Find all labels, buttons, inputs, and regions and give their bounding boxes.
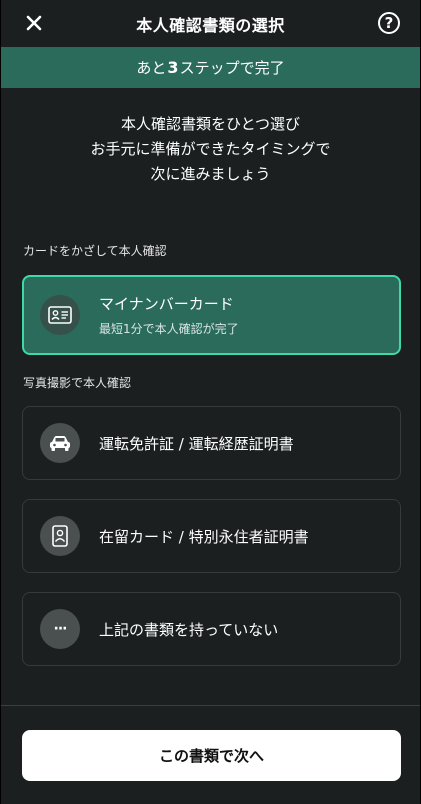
option-icon-wrap xyxy=(40,423,80,463)
section-label-photo: 写真撮影で本人確認 xyxy=(23,376,132,390)
intro-line-3: 次に進みましょう xyxy=(150,165,271,183)
help-icon: ? xyxy=(384,14,394,32)
screen: 本人確認書類の選択 ? あと 3 ステップで完了 本人確認書類をひとつ選び お手… xyxy=(1,0,420,804)
intro-text: 本人確認書類をひとつ選び お手元に準備ができたタイミングで 次に進みましょう xyxy=(1,112,420,187)
step-banner: あと 3 ステップで完了 xyxy=(1,47,420,88)
intro-line-1: 本人確認書類をひとつ選び xyxy=(121,115,300,133)
next-button[interactable]: この書類で次へ xyxy=(22,730,401,781)
id-badge-icon xyxy=(52,525,68,547)
option-label: 在留カード / 特別永住者証明書 xyxy=(99,527,309,546)
option-text: マイナンバーカード 最短1分で本人確認が完了 xyxy=(99,293,239,337)
option-label: マイナンバーカード xyxy=(99,295,234,313)
option-icon-wrap xyxy=(40,295,80,335)
option-sublabel: 最短1分で本人確認が完了 xyxy=(99,322,239,336)
step-count: 3 xyxy=(167,58,179,77)
option-icon-wrap xyxy=(40,516,80,556)
id-card-icon xyxy=(48,306,72,324)
option-no-documents[interactable]: ··· 上記の書類を持っていない xyxy=(22,592,401,666)
more-icon: ··· xyxy=(53,621,68,637)
close-icon xyxy=(26,15,42,31)
close-button[interactable] xyxy=(21,10,47,36)
section-label-card-scan: カードをかざして本人確認 xyxy=(23,244,167,258)
option-my-number-card[interactable]: マイナンバーカード 最短1分で本人確認が完了 xyxy=(22,275,401,355)
step-suffix: ステップで完了 xyxy=(179,59,285,77)
header: 本人確認書類の選択 ? xyxy=(1,0,420,47)
option-label: 運転免許証 / 運転経歴証明書 xyxy=(99,434,294,453)
option-label: 上記の書類を持っていない xyxy=(99,620,279,639)
option-icon-wrap: ··· xyxy=(40,609,80,649)
option-drivers-license[interactable]: 運転免許証 / 運転経歴証明書 xyxy=(22,406,401,480)
help-button[interactable]: ? xyxy=(378,12,400,34)
page-title: 本人確認書類の選択 xyxy=(136,15,285,35)
car-icon xyxy=(50,436,70,451)
option-residence-card[interactable]: 在留カード / 特別永住者証明書 xyxy=(22,499,401,573)
footer-divider xyxy=(1,705,420,706)
step-prefix: あと xyxy=(136,59,167,77)
intro-line-2: お手元に準備ができたタイミングで xyxy=(90,140,331,158)
